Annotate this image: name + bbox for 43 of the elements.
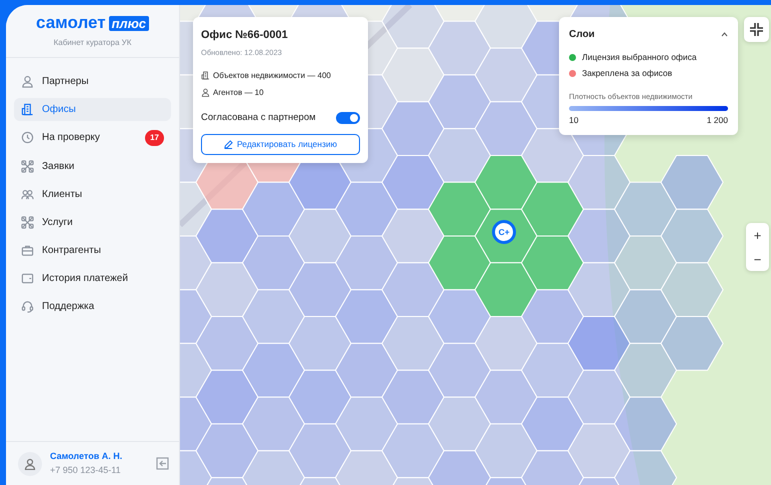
person-icon	[21, 74, 34, 88]
person-icon	[201, 88, 210, 98]
edit-license-button[interactable]: Редактировать лицензию	[201, 134, 360, 155]
tools-icon	[21, 160, 34, 172]
sidebar-item[interactable]: Поддержка	[14, 294, 171, 318]
sidebar-item[interactable]: История платежей	[14, 266, 171, 290]
user-name: Самолетов А. Н.	[50, 450, 122, 463]
tools-icon	[21, 216, 34, 228]
layers-title: Слои	[569, 28, 595, 42]
sidebar-item[interactable]: Офисы	[14, 98, 171, 120]
sidebar-item[interactable]: Партнеры	[14, 70, 171, 92]
count-badge: 17	[145, 130, 164, 146]
pencil-icon	[224, 140, 233, 149]
building-icon	[201, 71, 210, 80]
building-icon	[21, 102, 34, 116]
logo-badge: плюс	[108, 16, 149, 31]
chevron-icon[interactable]	[721, 32, 728, 37]
office-stat: Объектов недвижимости — 400	[213, 70, 331, 82]
legend-label: Закреплена за офисов	[582, 66, 672, 80]
wallet-icon	[21, 272, 34, 284]
zoom-out-button[interactable]: −	[746, 247, 769, 271]
sidebar-item[interactable]: Контрагенты	[14, 238, 171, 262]
density-min: 10	[569, 114, 578, 126]
toggle-switch[interactable]	[336, 112, 360, 124]
logo-word: самолет	[36, 13, 106, 32]
clock-icon	[21, 131, 34, 144]
zoom-in-button[interactable]: +	[746, 223, 769, 247]
office-title: Офис №66-0001	[201, 28, 289, 43]
headset-icon	[21, 300, 34, 312]
sidebar-item[interactable]: Клиенты	[14, 182, 171, 206]
sidebar-item[interactable]: На проверку 17	[14, 126, 171, 150]
subtitle: Кабинет куратора УК	[52, 36, 132, 48]
user-phone: +7 950 123-45-11	[50, 464, 122, 476]
office-stat: Агентов — 10	[213, 86, 264, 99]
collapse-icon[interactable]	[744, 17, 769, 42]
people-icon	[21, 188, 34, 200]
legend-label: Лицензия выбранного офиса	[582, 51, 697, 64]
toggle-label: Согласована с партнером	[201, 110, 316, 125]
sidebar-item[interactable]: Заявки	[14, 154, 171, 178]
sidebar-item[interactable]: Услуги	[14, 210, 171, 234]
avatar-icon	[18, 452, 42, 476]
briefcase-icon	[21, 244, 34, 256]
density-max: 1 200	[706, 114, 728, 126]
